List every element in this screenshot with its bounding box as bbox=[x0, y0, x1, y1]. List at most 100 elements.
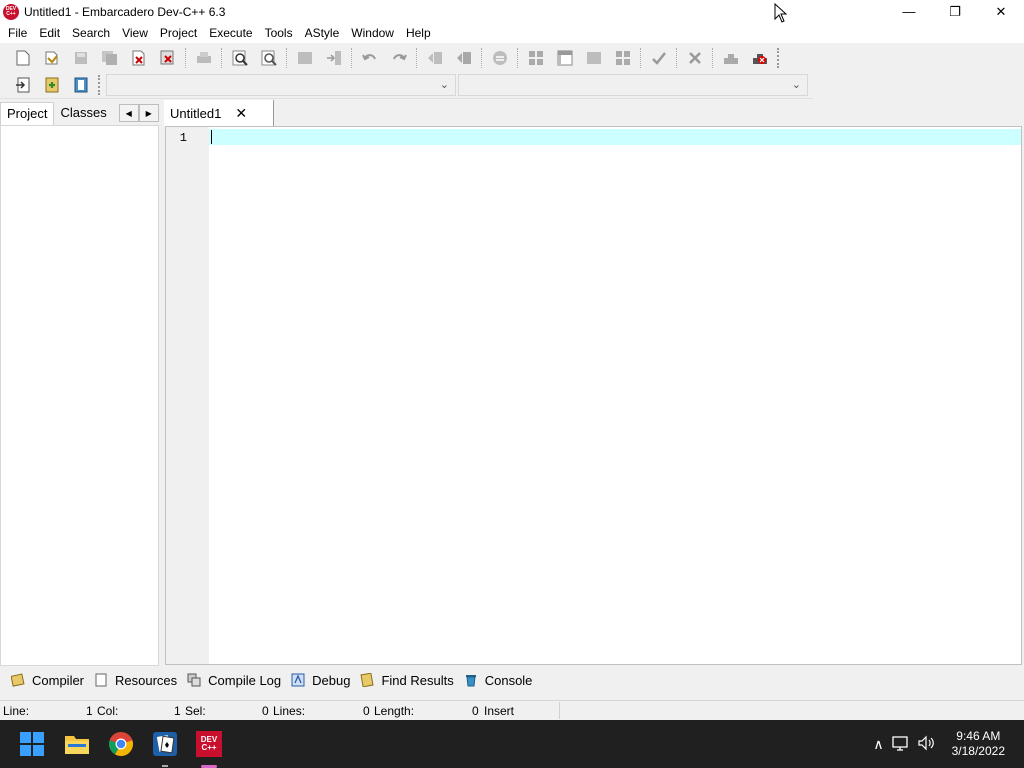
unindent-button[interactable] bbox=[453, 47, 475, 69]
status-line-label: Line: bbox=[3, 704, 30, 718]
stop-icon bbox=[752, 54, 767, 64]
start-button[interactable] bbox=[20, 732, 44, 756]
secondary-toolbar: ⌄ ⌄ bbox=[0, 72, 813, 99]
new-file-icon bbox=[16, 50, 29, 66]
menu-file[interactable]: File bbox=[2, 23, 33, 43]
grid-four-icon bbox=[615, 51, 630, 65]
editor-tab-untitled1[interactable]: Untitled1 ✕ bbox=[164, 100, 274, 126]
stop-execution-button[interactable] bbox=[749, 47, 771, 69]
function-selector-combo[interactable]: ⌄ bbox=[458, 74, 808, 96]
text-caret bbox=[211, 130, 212, 144]
debug-icon bbox=[291, 673, 305, 687]
tab-scroll-arrows: ◀ ▶ bbox=[118, 104, 159, 122]
toolbar-separator bbox=[221, 48, 222, 68]
left-panel-tabs: Project Classes ◀ ▶ bbox=[0, 101, 160, 125]
status-col-value: 1 bbox=[174, 704, 181, 718]
chrome-icon bbox=[109, 732, 133, 756]
new-file-button[interactable] bbox=[12, 47, 34, 69]
debug-icon bbox=[723, 54, 738, 64]
undo-button[interactable] bbox=[359, 47, 381, 69]
save-button[interactable] bbox=[70, 47, 92, 69]
minimize-button[interactable]: — bbox=[886, 0, 932, 23]
status-line-value: 1 bbox=[86, 704, 93, 718]
debug-button[interactable] bbox=[720, 47, 742, 69]
toolbar-separator bbox=[712, 48, 713, 68]
compile-run-button[interactable] bbox=[583, 47, 605, 69]
taskbar-solitaire[interactable] bbox=[152, 731, 178, 757]
network-icon[interactable] bbox=[891, 735, 910, 754]
tab-scroll-left-button[interactable]: ◀ bbox=[118, 104, 139, 122]
toolbar-separator bbox=[286, 48, 287, 68]
toggle-bookmark-button[interactable] bbox=[41, 74, 63, 96]
toolbar-separator bbox=[676, 48, 677, 68]
status-bar: Line: 1 Col: 1 Sel: 0 Lines: 0 Length: 0… bbox=[0, 700, 1024, 720]
replace-button[interactable] bbox=[258, 47, 280, 69]
tab-classes[interactable]: Classes bbox=[54, 102, 112, 125]
close-file-icon bbox=[132, 50, 144, 66]
tab-resources[interactable]: Resources bbox=[89, 668, 182, 692]
tab-console[interactable]: Console bbox=[459, 668, 538, 692]
goto-line-button[interactable] bbox=[323, 47, 345, 69]
tray-chevron-icon[interactable]: ∧ bbox=[873, 736, 883, 753]
class-selector-combo[interactable]: ⌄ bbox=[106, 74, 456, 96]
editor-tab-bar: Untitled1 ✕ bbox=[164, 100, 1024, 126]
menu-search[interactable]: Search bbox=[66, 23, 116, 43]
tab-scroll-right-button[interactable]: ▶ bbox=[138, 104, 159, 122]
save-all-button[interactable] bbox=[99, 47, 121, 69]
close-file-button[interactable] bbox=[128, 47, 150, 69]
close-all-button[interactable] bbox=[157, 47, 179, 69]
menu-help[interactable]: Help bbox=[400, 23, 437, 43]
taskbar-devcpp[interactable]: DEV C++ bbox=[196, 731, 222, 757]
syntax-check-button[interactable] bbox=[648, 47, 670, 69]
toolbar-grip[interactable] bbox=[98, 75, 101, 95]
indent-button[interactable] bbox=[424, 47, 446, 69]
tab-find-results[interactable]: Find Results bbox=[355, 668, 458, 692]
print-button[interactable] bbox=[193, 47, 215, 69]
clock-date: 3/18/2022 bbox=[951, 744, 1005, 758]
find-button[interactable] bbox=[229, 47, 251, 69]
menu-view[interactable]: View bbox=[116, 23, 154, 43]
toggle-comment-button[interactable] bbox=[489, 47, 511, 69]
close-button[interactable]: ✕ bbox=[978, 0, 1024, 23]
menu-astyle[interactable]: AStyle bbox=[299, 23, 346, 43]
open-button[interactable] bbox=[41, 47, 63, 69]
search-again-button[interactable] bbox=[294, 47, 316, 69]
volume-icon[interactable] bbox=[918, 735, 936, 754]
open-file-icon bbox=[45, 51, 58, 65]
menu-window[interactable]: Window bbox=[345, 23, 400, 43]
grid-four-icon bbox=[528, 51, 543, 65]
close-tab-icon[interactable]: ✕ bbox=[235, 105, 247, 122]
taskbar-chrome[interactable] bbox=[108, 731, 134, 757]
find-icon bbox=[232, 50, 248, 66]
clean-button[interactable] bbox=[684, 47, 706, 69]
menu-execute[interactable]: Execute bbox=[203, 23, 258, 43]
tab-resources-label: Resources bbox=[115, 672, 178, 688]
console-icon bbox=[465, 675, 476, 687]
tab-debug[interactable]: Debug bbox=[286, 668, 355, 692]
run-button[interactable] bbox=[554, 47, 576, 69]
tab-compiler[interactable]: Compiler bbox=[6, 668, 89, 692]
tab-debug-label: Debug bbox=[312, 672, 351, 688]
compile-button[interactable] bbox=[525, 47, 547, 69]
code-editor[interactable]: 1 bbox=[165, 126, 1022, 665]
running-indicator bbox=[162, 765, 168, 767]
tab-project[interactable]: Project bbox=[0, 102, 55, 125]
title-bar[interactable]: DEV C++ Untitled1 - Embarcadero Dev-C++ … bbox=[0, 0, 1024, 23]
goto-bookmark-button[interactable] bbox=[70, 74, 92, 96]
restore-button[interactable]: ❐ bbox=[932, 0, 978, 23]
rebuild-all-button[interactable] bbox=[612, 47, 634, 69]
mouse-cursor-icon bbox=[774, 3, 788, 23]
insert-button[interactable] bbox=[12, 74, 34, 96]
menu-tools[interactable]: Tools bbox=[259, 23, 299, 43]
menu-edit[interactable]: Edit bbox=[33, 23, 66, 43]
replace-icon bbox=[261, 50, 277, 66]
taskbar-file-explorer[interactable] bbox=[64, 731, 90, 757]
tab-compile-log[interactable]: Compile Log bbox=[182, 668, 286, 692]
taskbar-clock[interactable]: 9:46 AM 3/18/2022 bbox=[952, 729, 1005, 759]
menu-project[interactable]: Project bbox=[154, 23, 203, 43]
project-browser-panel[interactable] bbox=[0, 125, 159, 666]
windows-logo-icon bbox=[20, 732, 44, 756]
toolbar-grip[interactable] bbox=[777, 48, 780, 68]
editor-tab-label: Untitled1 bbox=[170, 105, 222, 121]
redo-button[interactable] bbox=[388, 47, 410, 69]
